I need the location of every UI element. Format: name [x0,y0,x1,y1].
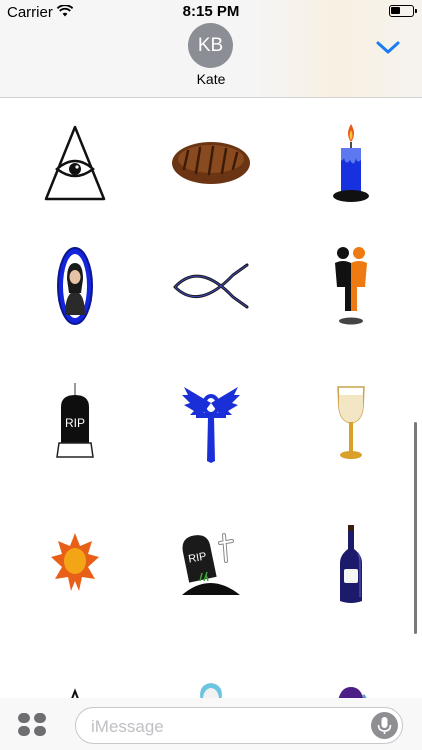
conversation-header: Carrier 8:15 PM KB Kate [0,0,422,98]
eye-of-providence-icon [44,125,106,201]
sticker-eye-of-providence[interactable] [20,108,130,218]
triangle-partial-icon [71,688,79,698]
sticker-ichthys-fish[interactable] [156,231,266,341]
blue-candle-icon [333,124,369,202]
sticker-triangle-partial[interactable] [20,646,130,698]
orange-sun-icon [51,533,99,591]
couple-figures-icon [335,247,367,325]
message-input[interactable]: iMessage [75,707,403,744]
sticker-wine-glass[interactable] [296,368,406,478]
status-bar: Carrier 8:15 PM [0,0,422,22]
status-time: 8:15 PM [182,3,240,20]
sticker-blue-candle[interactable] [296,108,406,218]
ichthys-fish-icon [173,263,249,309]
sticker-winged-ankh[interactable] [156,368,266,478]
app-drawer-icon[interactable] [18,713,48,737]
chevron-down-icon[interactable] [376,40,400,56]
bread-loaf-icon [172,142,250,184]
sticker-angel-partial[interactable] [156,646,266,698]
rip-grave-icon: RIP [182,533,240,595]
battery-icon [389,5,417,17]
rip-tombstone-icon: RIP [56,383,94,458]
winged-ankh-icon [182,387,240,463]
rip-label: RIP [65,416,85,430]
message-placeholder: iMessage [91,717,164,736]
sticker-person-portrait-oval[interactable] [20,231,130,341]
contact-name[interactable]: Kate [0,71,422,87]
sticker-grid: RIP RIP [0,98,422,698]
sticker-hooded-figure-partial[interactable] [296,646,406,698]
sticker-couple-figures[interactable] [296,231,406,341]
wine-bottle-icon [340,525,362,603]
sticker-orange-sun[interactable] [20,509,130,619]
sticker-wine-bottle[interactable] [296,509,406,619]
angel-partial-icon [200,683,222,698]
sticker-rip-tombstone-candle[interactable]: RIP [20,368,130,478]
sticker-rip-grave-with-cross[interactable]: RIP [156,509,266,619]
hooded-figure-partial-icon [338,687,367,698]
avatar[interactable]: KB [188,23,233,68]
microphone-icon [377,717,392,734]
wine-glass-icon [337,386,365,459]
portrait-oval-icon [57,247,93,325]
scrollbar[interactable] [414,422,417,634]
microphone-button[interactable] [371,712,398,739]
sticker-bread-loaf[interactable] [156,108,266,218]
